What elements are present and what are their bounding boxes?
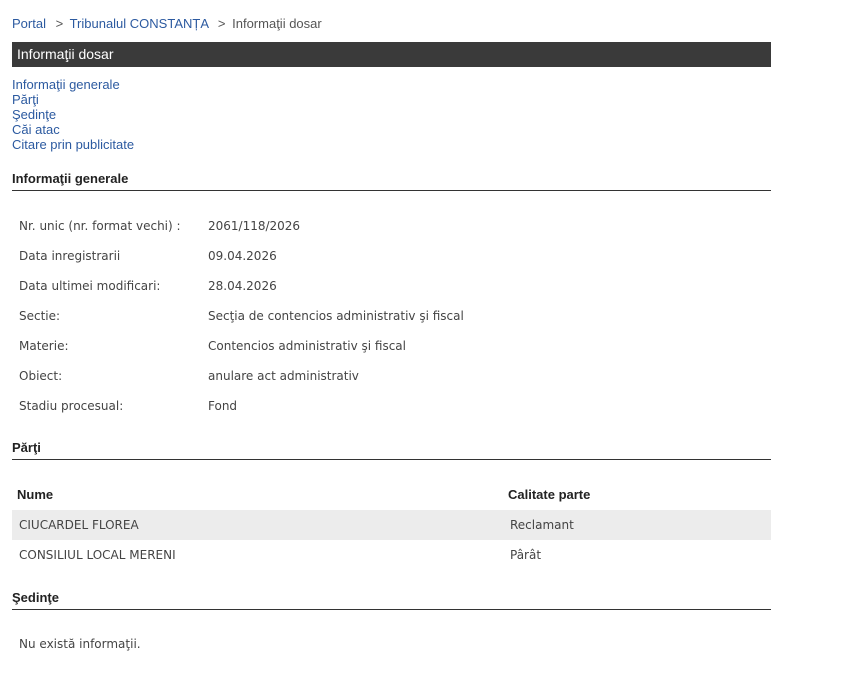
- info-label: Obiect:: [19, 369, 63, 383]
- table-of-contents: Informaţii generale Părţi Şedinţe Căi at…: [12, 77, 134, 152]
- page-title: Informaţii dosar: [12, 42, 771, 67]
- party-name: CONSILIUL LOCAL MERENI: [19, 548, 176, 562]
- breadcrumb-separator: >: [55, 16, 64, 31]
- info-row: Materie: Contencios administrativ şi fis…: [19, 339, 759, 355]
- info-label: Stadiu procesual:: [19, 399, 124, 413]
- breadcrumb-current: Informaţii dosar: [232, 16, 322, 31]
- info-value: Fond: [208, 399, 238, 413]
- info-value: Secţia de contencios administrativ şi fi…: [208, 309, 464, 323]
- party-role: Pârât: [510, 548, 542, 562]
- party-role: Reclamant: [510, 518, 574, 532]
- table-row: CONSILIUL LOCAL MERENI Pârât: [12, 540, 771, 570]
- info-value: anulare act administrativ: [208, 369, 359, 383]
- info-label: Sectie:: [19, 309, 61, 323]
- info-label: Data inregistrarii: [19, 249, 121, 263]
- column-header-calitate-parte: Calitate parte: [508, 487, 591, 502]
- parti-table-header: Nume Calitate parte: [12, 478, 771, 508]
- breadcrumb: Portal > Tribunalul CONSTANȚA > Informaţ…: [12, 17, 322, 31]
- section-heading-informatii-generale: Informaţii generale: [12, 171, 771, 191]
- info-value: Contencios administrativ şi fiscal: [208, 339, 406, 353]
- info-row: Obiect: anulare act administrativ: [19, 369, 759, 385]
- info-row: Nr. unic (nr. format vechi) : 2061/118/2…: [19, 219, 759, 235]
- party-name: CIUCARDEL FLOREA: [19, 518, 139, 532]
- breadcrumb-court-link[interactable]: Tribunalul CONSTANȚA: [70, 16, 209, 31]
- info-row: Data inregistrarii 09.04.2026: [19, 249, 759, 265]
- info-label: Data ultimei modificari:: [19, 279, 161, 293]
- toc-link-informatii-generale[interactable]: Informaţii generale: [12, 77, 134, 92]
- table-row: CIUCARDEL FLOREA Reclamant: [12, 510, 771, 540]
- empty-state-message: Nu există informaţii.: [19, 637, 141, 651]
- info-label: Materie:: [19, 339, 69, 353]
- breadcrumb-separator: >: [217, 16, 226, 31]
- info-row: Stadiu procesual: Fond: [19, 399, 759, 415]
- toc-link-citare-prin-publicitate[interactable]: Citare prin publicitate: [12, 137, 134, 152]
- info-row: Data ultimei modificari: 28.04.2026: [19, 279, 759, 295]
- info-label: Nr. unic (nr. format vechi) :: [19, 219, 181, 233]
- toc-link-cai-atac[interactable]: Căi atac: [12, 122, 134, 137]
- info-value: 28.04.2026: [208, 279, 277, 293]
- info-value: 09.04.2026: [208, 249, 277, 263]
- toc-link-parti[interactable]: Părţi: [12, 92, 134, 107]
- section-heading-parti: Părţi: [12, 440, 771, 460]
- info-row: Sectie: Secţia de contencios administrat…: [19, 309, 759, 325]
- breadcrumb-portal-link[interactable]: Portal: [12, 16, 46, 31]
- column-header-nume: Nume: [17, 487, 54, 502]
- section-heading-sedinte: Şedinţe: [12, 590, 771, 610]
- toc-link-sedinte[interactable]: Şedinţe: [12, 107, 134, 122]
- info-value: 2061/118/2026: [208, 219, 301, 233]
